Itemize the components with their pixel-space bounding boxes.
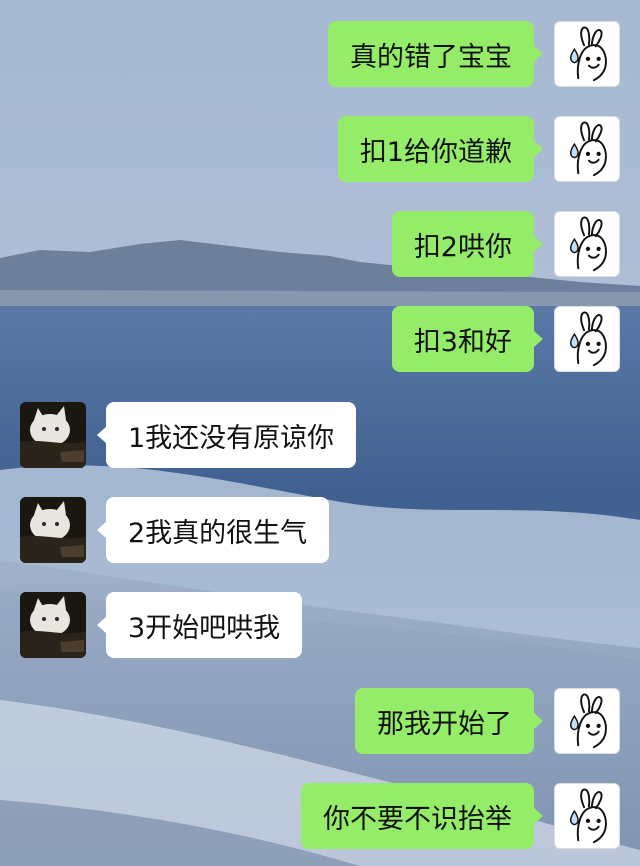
- white-cat-avatar[interactable]: [20, 592, 86, 658]
- message-row: 那我开始了: [0, 688, 640, 754]
- bunny-sweat-icon[interactable]: [554, 783, 620, 849]
- message-row: 扣3和好: [0, 306, 640, 372]
- outgoing-message-bubble[interactable]: 扣3和好: [391, 306, 544, 372]
- bunny-sweat-icon[interactable]: [554, 116, 620, 182]
- outgoing-message-bubble[interactable]: 扣2哄你: [391, 211, 544, 277]
- message-text: 真的错了宝宝: [350, 41, 512, 73]
- message-text: 你不要不识抬举: [323, 803, 512, 835]
- message-text: 那我开始了: [377, 708, 512, 740]
- outgoing-message-bubble[interactable]: 你不要不识抬举: [301, 783, 543, 849]
- outgoing-message-bubble[interactable]: 那我开始了: [355, 688, 543, 754]
- message-text: 3开始吧哄我: [128, 612, 281, 644]
- white-cat-avatar[interactable]: [20, 497, 86, 563]
- message-row: 扣1给你道歉: [0, 116, 640, 182]
- incoming-message-bubble[interactable]: 1我还没有原谅你: [96, 402, 357, 468]
- bunny-sweat-icon[interactable]: [554, 21, 620, 87]
- message-text: 2我真的很生气: [128, 517, 308, 549]
- bunny-sweat-icon[interactable]: [554, 211, 620, 277]
- bunny-sweat-icon[interactable]: [554, 688, 620, 754]
- white-cat-avatar[interactable]: [20, 402, 86, 468]
- chat-message-list[interactable]: 真的错了宝宝 扣1给你道歉 扣2哄你 扣3和好 1我还没有原谅你 2我真的很生气…: [0, 0, 640, 866]
- outgoing-message-bubble[interactable]: 真的错了宝宝: [328, 21, 543, 87]
- incoming-message-bubble[interactable]: 3开始吧哄我: [96, 592, 303, 658]
- message-row: 扣2哄你: [0, 211, 640, 277]
- incoming-message-bubble[interactable]: 2我真的很生气: [96, 497, 330, 563]
- message-text: 扣3和好: [413, 326, 512, 358]
- message-row: 3开始吧哄我: [0, 592, 640, 658]
- message-row: 2我真的很生气: [0, 497, 640, 563]
- message-row: 你不要不识抬举: [0, 783, 640, 849]
- outgoing-message-bubble[interactable]: 扣1给你道歉: [337, 116, 544, 182]
- message-row: 真的错了宝宝: [0, 21, 640, 87]
- bunny-sweat-icon[interactable]: [554, 306, 620, 372]
- message-row: 1我还没有原谅你: [0, 402, 640, 468]
- message-text: 扣1给你道歉: [359, 136, 512, 168]
- message-text: 1我还没有原谅你: [128, 422, 335, 454]
- message-text: 扣2哄你: [413, 231, 512, 263]
